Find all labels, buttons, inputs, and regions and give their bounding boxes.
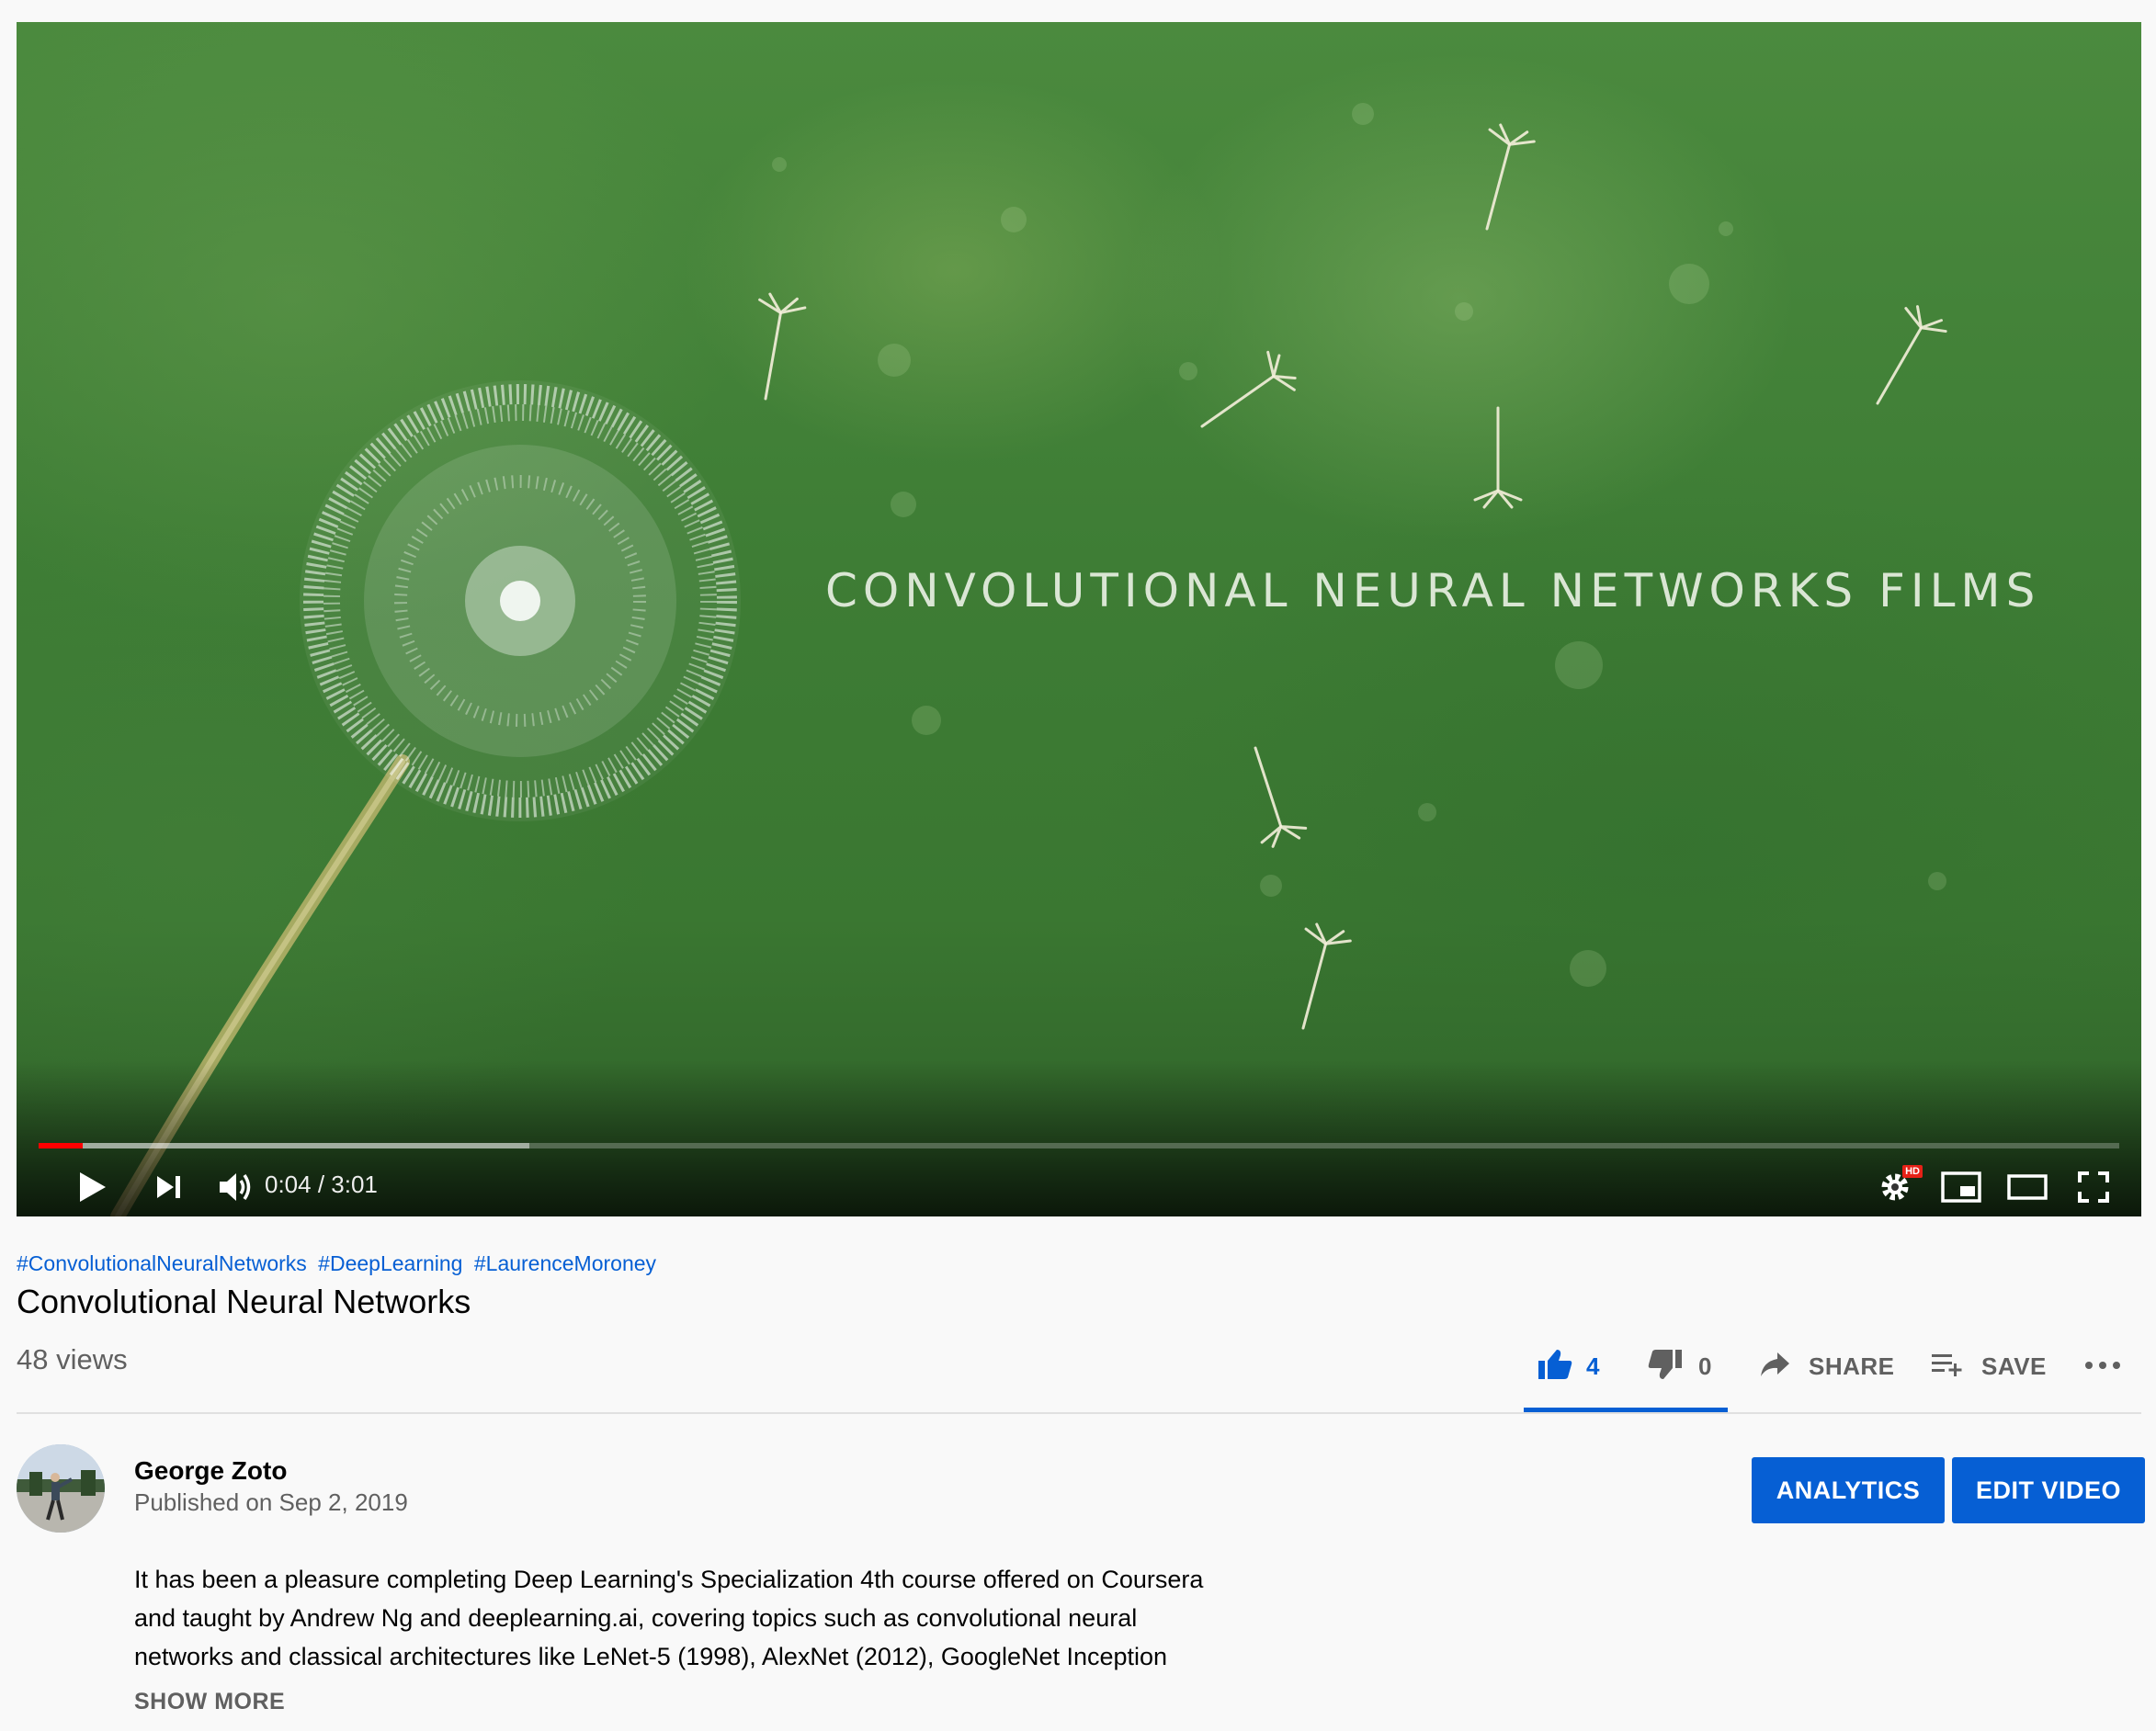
fullscreen-icon: [2078, 1171, 2109, 1203]
analytics-button[interactable]: ANALYTICS: [1752, 1457, 1945, 1523]
next-button[interactable]: [142, 1160, 197, 1215]
play-button[interactable]: [64, 1160, 119, 1215]
video-description: It has been a pleasure completing Deep L…: [134, 1560, 1265, 1676]
hashtag-link[interactable]: #ConvolutionalNeuralNetworks: [17, 1251, 307, 1275]
dandelion-scene: [110, 103, 1947, 1216]
edit-video-button[interactable]: EDIT VIDEO: [1952, 1457, 2145, 1523]
share-button[interactable]: SHARE: [1759, 1343, 1895, 1389]
description-line: and taught by Andrew Ng and deeplearning…: [134, 1604, 1138, 1632]
volume-button[interactable]: [208, 1160, 265, 1215]
save-button[interactable]: SAVE: [1930, 1343, 2047, 1389]
volume-icon: [218, 1171, 255, 1204]
miniplayer-button[interactable]: [1934, 1160, 1989, 1215]
video-player[interactable]: CONVOLUTIONAL NEURAL NETWORKS FILMS 0:04…: [17, 22, 2141, 1216]
description-line: networks and classical architectures lik…: [134, 1643, 1168, 1670]
hashtag-link[interactable]: #LaurenceMoroney: [474, 1251, 656, 1275]
like-count: 4: [1586, 1352, 1600, 1380]
show-more-button[interactable]: SHOW MORE: [134, 1689, 285, 1715]
watch-page: CONVOLUTIONAL NEURAL NETWORKS FILMS 0:04…: [0, 0, 2156, 1731]
progress-buffered: [39, 1143, 530, 1148]
more-horizontal-icon: [2084, 1358, 2121, 1375]
thumbs-down-icon: [1647, 1348, 1684, 1386]
fullscreen-button[interactable]: [2068, 1160, 2119, 1215]
next-icon: [155, 1174, 183, 1200]
hd-badge: HD: [1902, 1165, 1923, 1178]
dislike-count: 0: [1698, 1352, 1712, 1380]
play-icon: [76, 1171, 108, 1204]
channel-name[interactable]: George Zoto: [134, 1456, 287, 1486]
time-display: 0:04 / 3:01: [265, 1171, 378, 1198]
progress-played: [39, 1143, 83, 1148]
progress-bar[interactable]: [39, 1143, 2119, 1148]
miniplayer-icon: [1941, 1171, 1981, 1203]
add-to-playlist-icon: [1930, 1351, 1963, 1383]
hashtag-link[interactable]: #DeepLearning: [318, 1251, 462, 1275]
video-title: Convolutional Neural Networks: [17, 1283, 471, 1320]
hashtags: #ConvolutionalNeuralNetworks #DeepLearni…: [17, 1251, 662, 1276]
divider: [17, 1412, 2141, 1414]
settings-icon: HD: [1878, 1165, 1923, 1204]
more-actions-button[interactable]: [2084, 1343, 2121, 1389]
share-label: SHARE: [1809, 1352, 1895, 1380]
thumbs-up-icon: [1537, 1348, 1573, 1386]
description-line: It has been a pleasure completing Deep L…: [134, 1566, 1204, 1593]
theater-icon: [2007, 1174, 2048, 1200]
save-label: SAVE: [1981, 1352, 2047, 1380]
dislike-button[interactable]: 0: [1647, 1343, 1712, 1389]
settings-button[interactable]: HD: [1869, 1160, 1923, 1215]
view-count: 48 views: [17, 1343, 128, 1375]
publish-date: Published on Sep 2, 2019: [134, 1488, 408, 1516]
share-icon: [1759, 1351, 1790, 1383]
theater-mode-button[interactable]: [2000, 1160, 2055, 1215]
video-overlay-title: CONVOLUTIONAL NEURAL NETWORKS FILMS: [825, 564, 2041, 617]
channel-avatar[interactable]: [17, 1444, 105, 1533]
video-frame[interactable]: CONVOLUTIONAL NEURAL NETWORKS FILMS: [17, 22, 2141, 1216]
like-button[interactable]: 4: [1537, 1343, 1600, 1389]
